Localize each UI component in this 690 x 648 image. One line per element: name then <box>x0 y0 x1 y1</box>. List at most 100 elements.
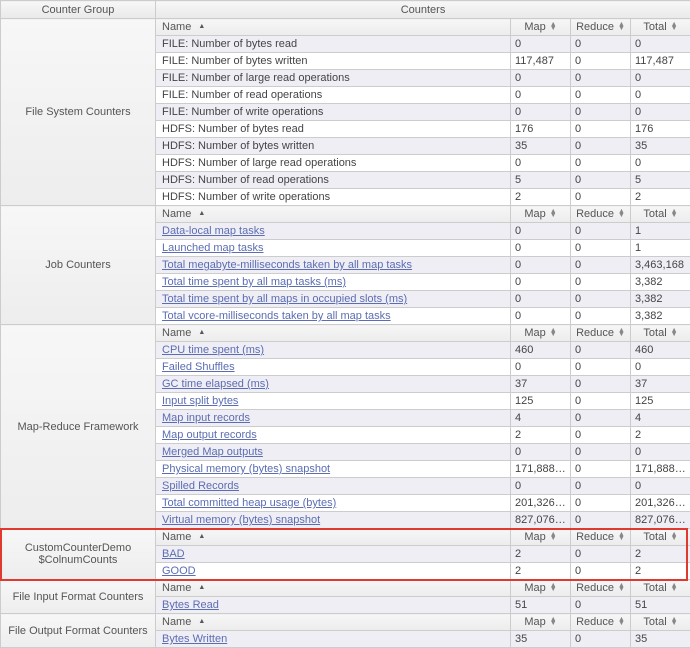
sort-icon[interactable]: ▲▼ <box>671 210 678 218</box>
sort-icon[interactable]: ▲▼ <box>618 618 625 626</box>
sort-icon[interactable]: ▲▼ <box>618 210 625 218</box>
counter-name-cell[interactable]: Spilled Records <box>156 478 511 495</box>
counter-name-cell[interactable]: Bytes Read <box>156 597 511 614</box>
col-header-name[interactable]: Name ▲ <box>156 325 511 342</box>
sort-icon[interactable]: ▲▼ <box>618 533 625 541</box>
col-header-reduce[interactable]: Reduce▲▼ <box>571 529 631 546</box>
col-header-map[interactable]: Map▲▼ <box>511 580 571 597</box>
sort-icon[interactable]: ▲▼ <box>550 23 557 31</box>
col-header-reduce[interactable]: Reduce▲▼ <box>571 614 631 631</box>
counter-name-cell[interactable]: Virtual memory (bytes) snapshot <box>156 512 511 529</box>
counter-link[interactable]: Total time spent by all map tasks (ms) <box>162 276 346 288</box>
counter-name-cell[interactable]: Merged Map outputs <box>156 444 511 461</box>
counter-name-cell[interactable]: GC time elapsed (ms) <box>156 376 511 393</box>
counter-link[interactable]: Total committed heap usage (bytes) <box>162 497 336 509</box>
sort-asc-icon[interactable]: ▲ <box>198 586 205 590</box>
counter-name-cell[interactable]: Map output records <box>156 427 511 444</box>
col-header-reduce[interactable]: Reduce▲▼ <box>571 19 631 36</box>
sort-icon[interactable]: ▲▼ <box>671 533 678 541</box>
sort-icon[interactable]: ▲▼ <box>671 23 678 31</box>
sort-icon[interactable]: ▲▼ <box>618 23 625 31</box>
col-header-total[interactable]: Total▲▼ <box>631 206 690 223</box>
counter-name-cell[interactable]: Physical memory (bytes) snapshot <box>156 461 511 478</box>
counter-name-cell[interactable]: Total megabyte-milliseconds taken by all… <box>156 257 511 274</box>
counter-link[interactable]: Total time spent by all maps in occupied… <box>162 293 407 305</box>
sort-icon[interactable]: ▲▼ <box>550 584 557 592</box>
col-header-total[interactable]: Total▲▼ <box>631 614 690 631</box>
counter-name-cell[interactable]: Total time spent by all maps in occupied… <box>156 291 511 308</box>
counter-name-cell[interactable]: BAD <box>156 546 511 563</box>
sort-asc-icon[interactable]: ▲ <box>198 331 205 335</box>
counter-link[interactable]: Map input records <box>162 412 250 424</box>
counter-name-cell[interactable]: Data-local map tasks <box>156 223 511 240</box>
counter-name-cell[interactable]: Bytes Written <box>156 631 511 648</box>
col-header-reduce[interactable]: Reduce▲▼ <box>571 580 631 597</box>
counter-reduce-cell: 0 <box>571 478 631 495</box>
sort-icon[interactable]: ▲▼ <box>550 210 557 218</box>
sort-icon[interactable]: ▲▼ <box>550 618 557 626</box>
sort-asc-icon[interactable]: ▲ <box>198 25 205 29</box>
counter-name-cell[interactable]: Map input records <box>156 410 511 427</box>
counter-link[interactable]: Virtual memory (bytes) snapshot <box>162 514 320 526</box>
header-counter-group[interactable]: Counter Group <box>1 1 156 19</box>
counter-name-cell[interactable]: Launched map tasks <box>156 240 511 257</box>
sort-icon[interactable]: ▲▼ <box>671 584 678 592</box>
sort-asc-icon[interactable]: ▲ <box>198 620 205 624</box>
counter-link[interactable]: Total vcore-milliseconds taken by all ma… <box>162 310 391 322</box>
counter-total-cell: 37 <box>631 376 690 393</box>
counter-name-cell[interactable]: Total time spent by all map tasks (ms) <box>156 274 511 291</box>
col-header-total[interactable]: Total▲▼ <box>631 325 690 342</box>
counter-link[interactable]: Data-local map tasks <box>162 225 265 237</box>
col-header-name[interactable]: Name ▲ <box>156 614 511 631</box>
sort-icon[interactable]: ▲▼ <box>550 533 557 541</box>
col-header-name[interactable]: Name ▲ <box>156 580 511 597</box>
col-header-map[interactable]: Map▲▼ <box>511 325 571 342</box>
sort-icon[interactable]: ▲▼ <box>671 329 678 337</box>
counter-link[interactable]: Physical memory (bytes) snapshot <box>162 463 330 475</box>
counter-name-cell[interactable]: GOOD <box>156 563 511 580</box>
col-header-name[interactable]: Name ▲ <box>156 206 511 223</box>
counter-link[interactable]: Map output records <box>162 429 257 441</box>
counter-link[interactable]: Merged Map outputs <box>162 446 263 458</box>
col-header-name[interactable]: Name ▲ <box>156 19 511 36</box>
counter-link[interactable]: BAD <box>162 548 185 560</box>
counter-link[interactable]: Bytes Written <box>162 633 227 645</box>
col-header-reduce[interactable]: Reduce▲▼ <box>571 206 631 223</box>
counter-link[interactable]: Launched map tasks <box>162 242 264 254</box>
counter-link[interactable]: Total megabyte-milliseconds taken by all… <box>162 259 412 271</box>
counter-name-cell[interactable]: Total vcore-milliseconds taken by all ma… <box>156 308 511 325</box>
counter-name-cell[interactable]: Total committed heap usage (bytes) <box>156 495 511 512</box>
counter-name-cell[interactable]: Failed Shuffles <box>156 359 511 376</box>
sort-icon[interactable]: ▲▼ <box>671 618 678 626</box>
counter-link[interactable]: CPU time spent (ms) <box>162 344 264 356</box>
counter-name-cell[interactable]: Input split bytes <box>156 393 511 410</box>
col-header-map[interactable]: Map▲▼ <box>511 206 571 223</box>
group-label-cell: Map-Reduce Framework <box>1 325 156 529</box>
sort-asc-icon[interactable]: ▲ <box>198 212 205 216</box>
col-header-total[interactable]: Total▲▼ <box>631 580 690 597</box>
header-counters[interactable]: Counters <box>156 1 690 19</box>
counter-map-cell: 51 <box>511 597 571 614</box>
col-header-map[interactable]: Map▲▼ <box>511 529 571 546</box>
sort-icon[interactable]: ▲▼ <box>550 329 557 337</box>
counter-name-cell[interactable]: CPU time spent (ms) <box>156 342 511 359</box>
counter-map-cell: 0 <box>511 70 571 87</box>
col-header-total[interactable]: Total▲▼ <box>631 19 690 36</box>
counter-total-cell: 117,487 <box>631 53 690 70</box>
col-header-map[interactable]: Map▲▼ <box>511 19 571 36</box>
counter-link[interactable]: Bytes Read <box>162 599 219 611</box>
col-header-name[interactable]: Name ▲ <box>156 529 511 546</box>
sort-icon[interactable]: ▲▼ <box>618 329 625 337</box>
counter-total-cell: 0 <box>631 359 690 376</box>
counter-link[interactable]: GOOD <box>162 565 196 577</box>
col-header-map[interactable]: Map▲▼ <box>511 614 571 631</box>
col-header-reduce[interactable]: Reduce▲▼ <box>571 325 631 342</box>
counter-link[interactable]: Input split bytes <box>162 395 238 407</box>
counter-link[interactable]: Failed Shuffles <box>162 361 235 373</box>
counter-link[interactable]: Spilled Records <box>162 480 239 492</box>
counter-link[interactable]: GC time elapsed (ms) <box>162 378 269 390</box>
counter-total-cell: 3,382 <box>631 291 690 308</box>
sort-asc-icon[interactable]: ▲ <box>198 535 205 539</box>
sort-icon[interactable]: ▲▼ <box>618 584 625 592</box>
col-header-total[interactable]: Total▲▼ <box>631 529 690 546</box>
